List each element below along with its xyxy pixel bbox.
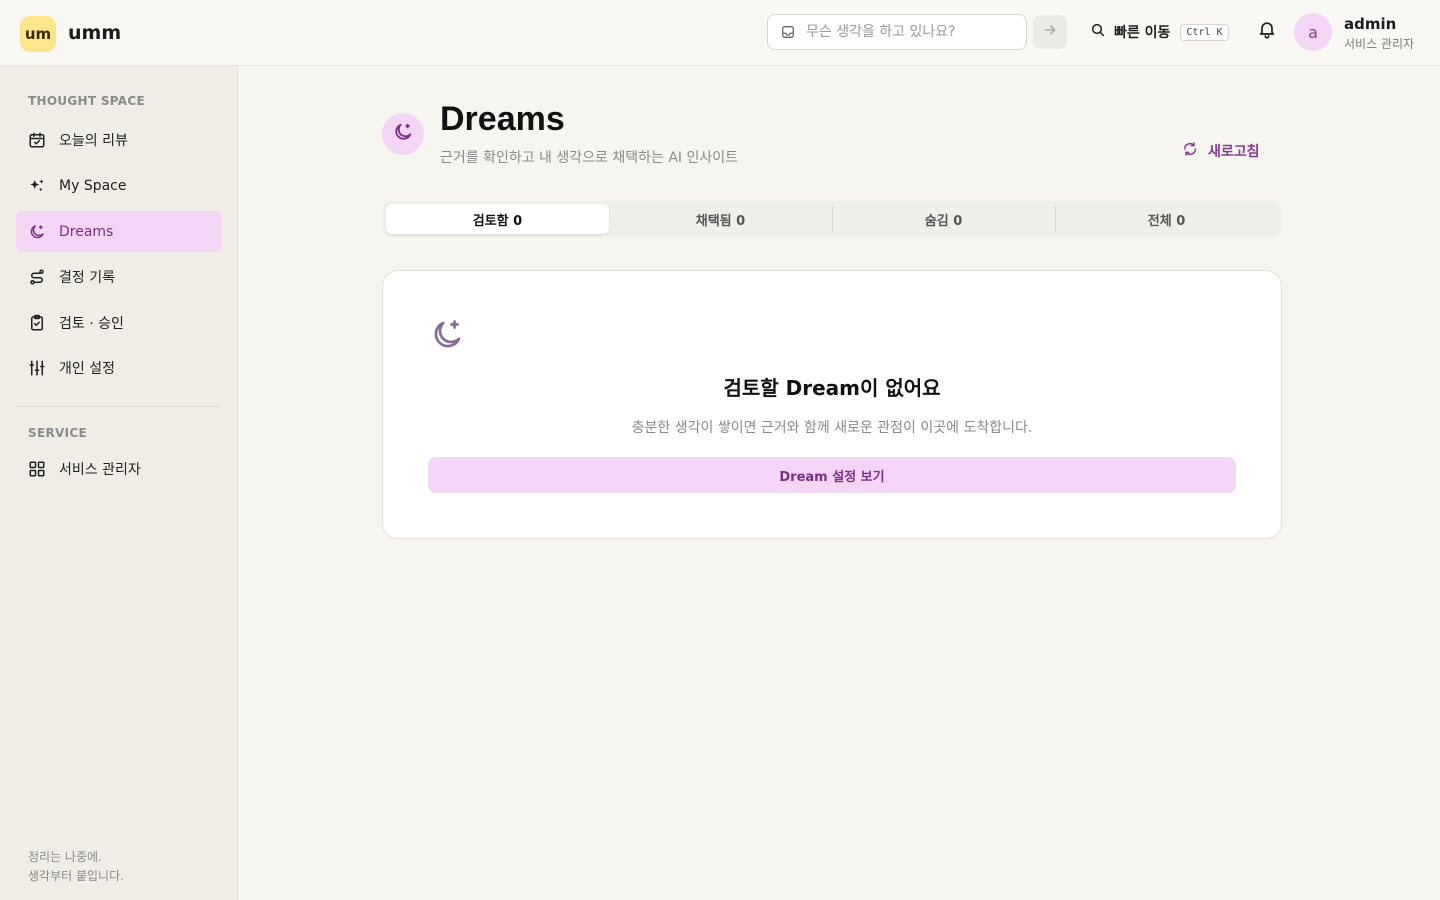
bell-icon — [1257, 19, 1277, 43]
tab-hidden[interactable]: 숨김 0 — [832, 204, 1055, 234]
sidebar-item-my-space[interactable]: My Space — [16, 165, 221, 206]
section-title-service: SERVICE — [28, 426, 87, 440]
user-role: 서비스 관리자 — [1344, 37, 1415, 51]
tab-adopted[interactable]: 채택됨 0 — [609, 204, 832, 234]
footer-line: 정리는 나중에. — [28, 850, 102, 864]
avatar[interactable]: a — [1294, 13, 1332, 51]
empty-state-title: 검토할 Dream이 없어요 — [723, 376, 941, 400]
sidebar-item-service-admin[interactable]: 서비스 관리자 — [16, 448, 221, 489]
search-icon — [1090, 22, 1106, 42]
sidebar-divider — [16, 406, 221, 407]
inbox-icon — [780, 24, 796, 40]
shortcut-hint: Ctrl K — [1180, 23, 1229, 41]
moon-icon — [429, 317, 465, 353]
sidebar-item-label: 오늘의 리뷰 — [59, 132, 128, 149]
route-icon — [28, 268, 46, 286]
sparkles-icon — [28, 177, 46, 195]
app-name[interactable]: umm — [68, 22, 121, 44]
sidebar-item-review-approval[interactable]: 검토 · 승인 — [16, 302, 221, 343]
sidebar-item-label: 서비스 관리자 — [59, 461, 141, 478]
sidebar-item-label: Dreams — [59, 223, 114, 240]
refresh-label: 새로고침 — [1208, 144, 1260, 160]
notifications-button[interactable] — [1256, 20, 1278, 42]
sidebar-item-label: My Space — [59, 177, 127, 194]
dream-settings-button[interactable]: Dream 설정 보기 — [428, 457, 1236, 493]
clipboard-check-icon — [28, 314, 46, 332]
calendar-check-icon — [28, 131, 46, 149]
tab-inbox[interactable]: 검토함 0 — [386, 204, 609, 234]
empty-state-description: 충분한 생각이 쌓이면 근거와 함께 새로운 관점이 이곳에 도착합니다. — [631, 420, 1033, 436]
sidebar-item-settings[interactable]: 개인 설정 — [16, 347, 221, 388]
refresh-button[interactable]: 새로고침 — [1182, 141, 1260, 161]
quick-jump-label: 빠른 이동 — [1114, 25, 1171, 41]
sidebar-item-decision-log[interactable]: 결정 기록 — [16, 256, 221, 297]
quick-thought-input[interactable] — [806, 24, 1006, 40]
sidebar-item-label: 결정 기록 — [59, 269, 115, 286]
sidebar-item-dreams[interactable]: Dreams — [16, 211, 221, 252]
arrow-right-icon — [1042, 22, 1058, 42]
section-title-thought-space: THOUGHT SPACE — [28, 94, 145, 108]
filter-tabs: 검토함 0 채택됨 0 숨김 0 전체 0 — [383, 201, 1281, 237]
sidebar-item-label: 검토 · 승인 — [59, 315, 124, 332]
empty-state-card: 검토할 Dream이 없어요 충분한 생각이 쌓이면 근거와 함께 새로운 관점… — [382, 270, 1282, 539]
user-name[interactable]: admin — [1344, 15, 1396, 33]
top-bar: um umm 빠른 이동 Ctrl K a admin 서비스 관리자 — [0, 0, 1440, 66]
moon-icon — [28, 223, 46, 241]
quick-thought-field[interactable] — [767, 14, 1027, 50]
sidebar: THOUGHT SPACE 오늘의 리뷰 My Space Dreams 결정 … — [0, 66, 238, 900]
sliders-icon — [28, 359, 46, 377]
page-icon — [382, 113, 424, 155]
sidebar-footer-note: 정리는 나중에. 생각부터 붙입니다. — [28, 848, 124, 886]
refresh-icon — [1182, 141, 1198, 161]
quick-jump-button[interactable]: 빠른 이동 Ctrl K — [1090, 20, 1229, 44]
page-subtitle: 근거를 확인하고 내 생각으로 채택하는 AI 인사이트 — [440, 150, 739, 166]
tab-all[interactable]: 전체 0 — [1055, 204, 1278, 234]
submit-thought-button[interactable] — [1033, 15, 1067, 49]
page-title: Dreams — [440, 100, 565, 138]
footer-line: 생각부터 붙입니다. — [28, 869, 124, 883]
moon-icon — [392, 121, 414, 147]
sidebar-item-today-review[interactable]: 오늘의 리뷰 — [16, 119, 221, 160]
grid-icon — [28, 460, 46, 478]
logo-badge[interactable]: um — [20, 16, 56, 52]
sidebar-item-label: 개인 설정 — [59, 360, 115, 377]
